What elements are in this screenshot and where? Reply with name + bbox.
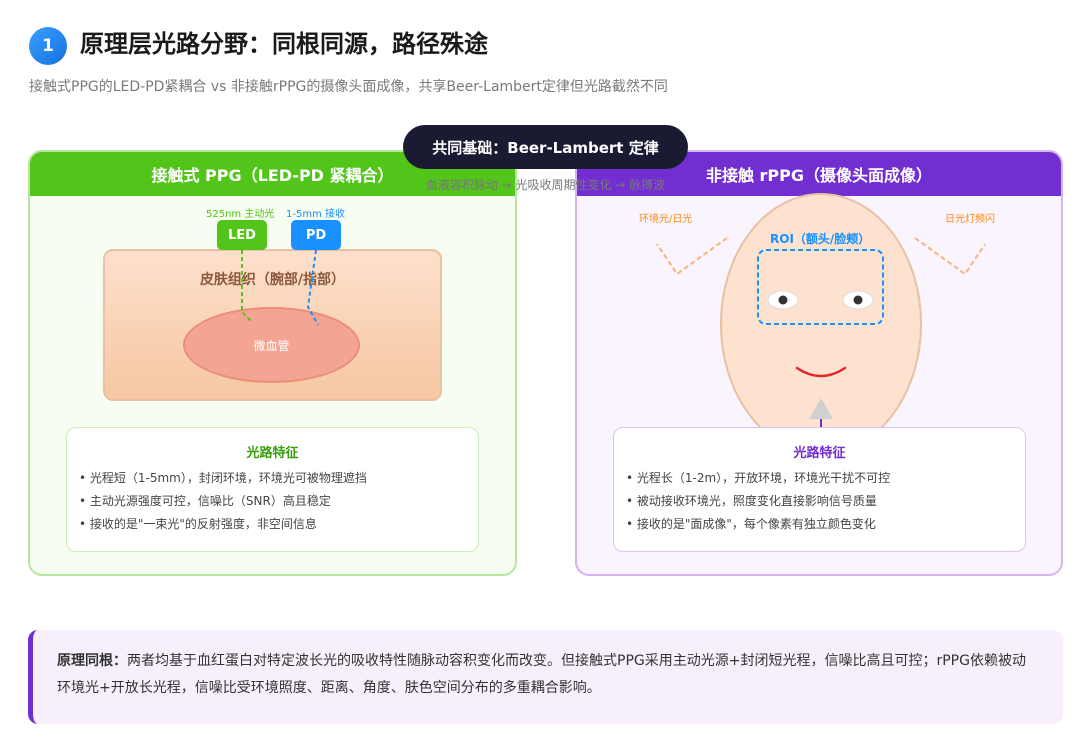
principle-note: 原理同根：两者均基于血红蛋白对特定波长光的吸收特性随脉动容积变化而改变。但接触式… bbox=[28, 630, 1063, 724]
left-pupil bbox=[778, 295, 788, 305]
smile bbox=[795, 366, 847, 378]
camera-arrow bbox=[809, 398, 833, 419]
rppg-features-list: • 光程长（1-2m），开放环境，环境光干扰不可控 • 被动接收环境光，照度变化… bbox=[614, 467, 1025, 536]
pd-distance-note: 1-5mm 接收 bbox=[286, 209, 345, 220]
ambient-light-left-label: 环境光/日光 bbox=[639, 214, 693, 225]
microvessel: 微血管 bbox=[183, 307, 360, 383]
page-title: 原理层光路分野：同根同源，路径殊途 bbox=[80, 30, 488, 58]
contact-features-title: 光路特征 bbox=[246, 446, 299, 461]
rppg-features-card: 光路特征 • 光程长（1-2m），开放环境，环境光干扰不可控 • 被动接收环境光… bbox=[613, 427, 1026, 552]
beer-lambert-subtitle: 血液容积脉动 → 光吸收周期性变化 → 脉搏波 bbox=[425, 178, 666, 192]
contact-feature-item: • 接收的是"一束光"的反射强度，非空间信息 bbox=[79, 517, 317, 531]
rppg-features-title: 光路特征 bbox=[793, 446, 846, 461]
right-pupil bbox=[853, 295, 863, 305]
page-subtitle: 接触式PPG的LED-PD紧耦合 vs 非接触rPPG的摄像头面成像，共享Bee… bbox=[29, 79, 668, 95]
contact-feature-item: • 主动光源强度可控，信噪比（SNR）高且稳定 bbox=[79, 494, 331, 508]
rppg-panel: 非接触 rPPG（摄像头面成像） 环境光/日光 日光灯频闪 ROI（额头/脸颊）… bbox=[575, 150, 1063, 576]
right-eye bbox=[842, 290, 874, 310]
led-chip: LED bbox=[217, 220, 267, 250]
rppg-feature-item: • 光程长（1-2m），开放环境，环境光干扰不可控 bbox=[626, 471, 891, 485]
skin-tissue-label: 皮肤组织（腕部/指部） bbox=[199, 272, 346, 288]
contact-ppg-features-card: 光路特征 • 光程短（1-5mm），封闭环境，环境光可被物理遮挡 • 主动光源强… bbox=[66, 427, 479, 552]
rppg-feature-item: • 被动接收环境光，照度变化直接影响信号质量 bbox=[626, 494, 877, 508]
contact-features-list: • 光程短（1-5mm），封闭环境，环境光可被物理遮挡 • 主动光源强度可控，信… bbox=[67, 467, 478, 536]
roi-box bbox=[757, 249, 884, 325]
rppg-feature-item: • 接收的是"面成像"，每个像素有独立颜色变化 bbox=[626, 517, 876, 531]
principle-note-label: 原理同根： bbox=[57, 653, 127, 669]
contact-ppg-panel: 接触式 PPG（LED-PD 紧耦合） 525nm 主动光 1-5mm 接收 皮… bbox=[28, 150, 517, 576]
roi-label: ROI（额头/脸颊） bbox=[770, 232, 871, 246]
principle-note-text: 两者均基于血红蛋白对特定波长光的吸收特性随脉动容积变化而改变。但接触式PPG采用… bbox=[57, 653, 1026, 696]
beer-lambert-pill: 共同基础：Beer-Lambert 定律 bbox=[403, 125, 688, 169]
ambient-light-right-ray bbox=[914, 237, 986, 276]
led-wavelength-note: 525nm 主动光 bbox=[206, 209, 275, 220]
contact-feature-item: • 光程短（1-5mm），封闭环境，环境光可被物理遮挡 bbox=[79, 471, 367, 485]
fluorescent-flicker-label: 日光灯频闪 bbox=[945, 214, 995, 225]
ambient-light-left-ray bbox=[656, 237, 728, 276]
section-number-badge: 1 bbox=[29, 27, 67, 65]
left-eye bbox=[767, 290, 799, 310]
pd-chip: PD bbox=[291, 220, 341, 250]
